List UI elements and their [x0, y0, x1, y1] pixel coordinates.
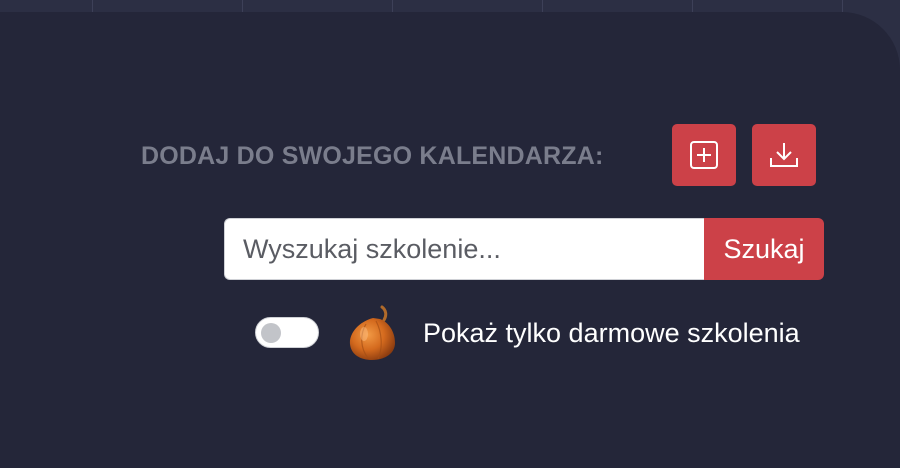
search-button[interactable]: Szukaj: [704, 218, 824, 280]
search-input[interactable]: [224, 218, 704, 280]
top-divider: [692, 0, 693, 12]
download-icon: [770, 143, 798, 167]
top-divider: [92, 0, 93, 12]
onion-icon: [349, 305, 395, 360]
top-divider: [842, 0, 843, 12]
plus-square-icon: [690, 141, 718, 169]
top-strip: [0, 0, 900, 12]
add-to-calendar-label: DODAJ DO SWOJEGO KALENDARZA:: [141, 142, 604, 170]
top-divider: [392, 0, 393, 12]
free-only-label: Pokaż tylko darmowe szkolenia: [423, 318, 800, 348]
top-divider: [542, 0, 543, 12]
free-only-toggle[interactable]: [255, 317, 319, 348]
download-calendar-button[interactable]: [752, 124, 816, 186]
add-to-calendar-button[interactable]: [672, 124, 736, 186]
toggle-knob: [261, 323, 281, 343]
top-divider: [242, 0, 243, 12]
